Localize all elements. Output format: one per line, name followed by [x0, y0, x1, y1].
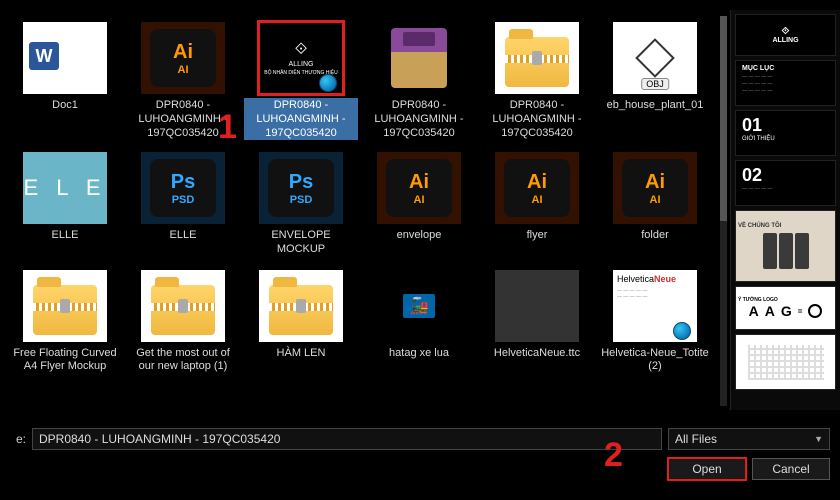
preview-page-5: VỀ CHÚNG TÔI — [735, 210, 836, 282]
preview-logo-text: ALLING — [772, 37, 798, 44]
scrollbar[interactable] — [720, 16, 727, 406]
file-thumbnail — [495, 270, 579, 342]
file-label: ELLE — [167, 228, 200, 244]
preview-page-7 — [735, 334, 836, 390]
file-item[interactable]: HelveticaNeue.ttc — [478, 266, 596, 380]
file-thumbnail: AiAI — [495, 152, 579, 224]
button-row: Open Cancel — [10, 458, 830, 480]
chevron-down-icon: ▼ — [814, 434, 823, 444]
filename-label: e: — [10, 432, 26, 446]
filename-input[interactable] — [32, 428, 662, 450]
file-item[interactable]: OBJ eb_house_plant_01 — [596, 18, 714, 144]
preview-aag-a: A — [749, 303, 759, 319]
file-item[interactable]: HÀM LEN — [242, 266, 360, 380]
file-thumbnail: E L E — [23, 152, 107, 224]
preview-pane: ⟐ ALLING MỤC LỤC — — — — —— — — — —— — —… — [730, 10, 840, 410]
file-thumbnail — [259, 270, 343, 342]
file-item[interactable]: HelveticaNeue— — — — —— — — — — Helvetica… — [596, 266, 714, 380]
file-label: DPR0840 - LUHOANGMINH - 197QC035420 — [126, 98, 240, 140]
file-label: hatag xe lua — [386, 346, 452, 362]
file-item[interactable]: AiAI flyer — [478, 148, 596, 262]
file-thumbnail: 🚂 — [377, 270, 461, 342]
file-label: envelope — [394, 228, 445, 244]
filetype-select[interactable]: All Files ▼ — [668, 428, 830, 450]
file-label: ELLE — [49, 228, 82, 244]
filetype-selected-label: All Files — [675, 432, 717, 446]
preview-sec01-num: 01 — [742, 115, 762, 136]
file-item[interactable]: DPR0840 - LUHOANGMINH - 197QC035420 — [478, 18, 596, 144]
file-label: flyer — [524, 228, 551, 244]
main-area: Doc1AiAIDPR0840 - LUHOANGMINH - 197QC035… — [0, 0, 840, 410]
file-item[interactable]: E L E ELLE — [6, 148, 124, 262]
file-item[interactable]: PsPSD ELLE — [124, 148, 242, 262]
file-item[interactable]: Get the most out of our new laptop (1) — [124, 266, 242, 380]
file-label: Get the most out of our new laptop (1) — [126, 346, 240, 376]
preview-sec02-num: 02 — [742, 165, 762, 186]
file-label: DPR0840 - LUHOANGMINH - 197QC035420 — [362, 98, 476, 140]
file-item[interactable]: PsPSD ENVELOPE MOCKUP — [242, 148, 360, 262]
preview-page-2: MỤC LỤC — — — — —— — — — —— — — — — — [735, 60, 836, 106]
file-item[interactable]: ⟐ALLINGBỘ NHẬN DIỆN THƯƠNG HIỆUDPR0840 -… — [242, 18, 360, 144]
dialog-footer: e: All Files ▼ Open Cancel — [0, 422, 840, 500]
file-item[interactable]: AiAI folder — [596, 148, 714, 262]
file-label: HelveticaNeue.ttc — [491, 346, 583, 362]
open-button[interactable]: Open — [668, 458, 746, 480]
file-thumbnail — [495, 22, 579, 94]
file-thumbnail — [23, 22, 107, 94]
file-label: DPR0840 - LUHOANGMINH - 197QC035420 — [244, 98, 358, 140]
file-label: folder — [638, 228, 672, 244]
file-thumbnail: PsPSD — [141, 152, 225, 224]
file-label: Helvetica-Neue_Totite (2) — [598, 346, 712, 376]
file-label: Free Floating Curved A4 Flyer Mockup — [8, 346, 122, 376]
file-item[interactable]: Free Floating Curved A4 Flyer Mockup — [6, 266, 124, 380]
preview-aag-a2: A — [765, 303, 775, 319]
file-item[interactable]: 🚂 hatag xe lua — [360, 266, 478, 380]
file-label: eb_house_plant_01 — [604, 98, 707, 114]
edge-icon — [673, 322, 691, 340]
preview-page-6: Ý TƯỞNG LOGO A A G = — [735, 286, 836, 330]
file-thumbnail: OBJ — [613, 22, 697, 94]
preview-page-1: ⟐ ALLING — [735, 14, 836, 56]
file-thumbnail — [141, 270, 225, 342]
file-label: Doc1 — [49, 98, 81, 114]
file-label: HÀM LEN — [274, 346, 329, 362]
cancel-button[interactable]: Cancel — [752, 458, 830, 480]
filename-row: e: All Files ▼ — [10, 428, 830, 450]
preview-page-3: 01 GIỚI THIỆU — [735, 110, 836, 156]
file-item[interactable]: AiAIDPR0840 - LUHOANGMINH - 197QC035420 — [124, 18, 242, 144]
file-thumbnail — [23, 270, 107, 342]
file-thumbnail: AiAI — [141, 22, 225, 94]
file-thumbnail — [377, 22, 461, 94]
file-item[interactable]: DPR0840 - LUHOANGMINH - 197QC035420 — [360, 18, 478, 144]
file-thumbnail: PsPSD — [259, 152, 343, 224]
file-open-dialog: Doc1AiAIDPR0840 - LUHOANGMINH - 197QC035… — [0, 0, 840, 500]
preview-toc-title: MỤC LỤC — [742, 65, 774, 72]
preview-sec01-sub: GIỚI THIỆU — [742, 136, 775, 142]
preview-page-4: 02 — — — — — — [735, 160, 836, 206]
file-thumbnail: HelveticaNeue— — — — —— — — — — — [613, 270, 697, 342]
file-grid[interactable]: Doc1AiAIDPR0840 - LUHOANGMINH - 197QC035… — [0, 10, 730, 410]
edge-icon — [319, 74, 337, 92]
file-label: ENVELOPE MOCKUP — [244, 228, 358, 258]
file-item[interactable]: Doc1 — [6, 18, 124, 144]
file-thumbnail: AiAI — [613, 152, 697, 224]
file-thumbnail: ⟐ALLINGBỘ NHẬN DIỆN THƯƠNG HIỆU — [259, 22, 343, 94]
scrollbar-thumb[interactable] — [720, 16, 727, 221]
file-thumbnail: AiAI — [377, 152, 461, 224]
file-label: DPR0840 - LUHOANGMINH - 197QC035420 — [480, 98, 594, 140]
preview-logo-mark: ⟐ — [782, 26, 790, 37]
preview-aag-g: G — [781, 303, 792, 319]
file-item[interactable]: AiAI envelope — [360, 148, 478, 262]
